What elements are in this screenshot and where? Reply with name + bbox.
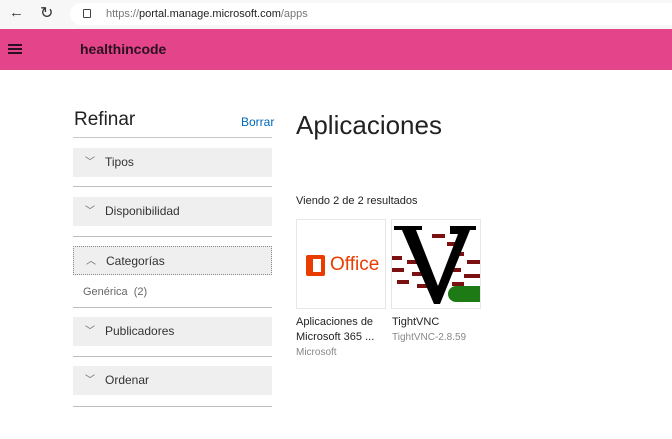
filter-categorias[interactable]: ︿ Categorías [73,246,272,275]
url-prefix: https:// [106,8,140,20]
page-title: Aplicaciones [296,110,442,140]
filter-disponibilidad[interactable]: ﹀ Disponibilidad [73,197,272,226]
app-publisher: Microsoft [296,347,337,358]
app-name-office[interactable]: Aplicaciones de Microsoft 365 ... [296,315,374,345]
category-count: (2) [133,286,148,298]
office-logo-icon [306,255,325,276]
divider [73,307,272,308]
chevron-up-icon: ︿ [86,256,96,267]
chevron-down-icon: ﹀ [85,326,95,337]
divider [73,356,272,357]
filter-tipos[interactable]: ﹀ Tipos [73,148,272,177]
browser-toolbar: ← ↻ https://portal.manage.microsoft.com/… [0,0,672,29]
filter-publicadores[interactable]: ﹀ Publicadores [73,317,272,346]
chevron-down-icon: ﹀ [85,206,95,217]
filter-label: Ordenar [105,373,150,387]
address-bar[interactable]: https://portal.manage.microsoft.com/apps [70,3,672,25]
url-path: /apps [280,8,308,20]
category-generica[interactable]: Genérica (2) [83,286,147,298]
divider [73,406,272,407]
app-tile-office[interactable]: Office [296,219,386,309]
app-name-line: Microsoft 365 ... [296,331,375,343]
filter-ordenar[interactable]: ﹀ Ordenar [73,366,272,395]
hamburger-menu-icon[interactable] [0,29,30,70]
brand-name: healthincode [80,41,167,57]
lock-icon [83,9,91,18]
refine-heading: Refinar [74,109,136,130]
office-logo-text: Office [330,254,380,275]
refresh-icon[interactable]: ↻ [40,3,53,23]
results-count: Viendo 2 de 2 resultados [296,195,418,207]
divider [73,186,272,187]
filter-label: Tipos [105,155,134,169]
category-label: Genérica [83,286,128,298]
clear-filters-link[interactable]: Borrar [241,115,274,129]
filter-label: Disponibilidad [105,204,180,218]
back-icon[interactable]: ← [9,4,24,21]
app-version: TightVNC-2.8.59 [392,332,467,343]
filter-label: Publicadores [105,324,175,338]
chevron-down-icon: ﹀ [85,375,95,386]
chevron-down-icon: ﹀ [85,157,95,168]
url-host: portal.manage.microsoft.com [139,8,281,20]
app-name-line: Aplicaciones de [296,316,374,328]
filter-label: Categorías [106,254,165,268]
divider [73,236,272,237]
app-tile-tightvnc[interactable] [391,219,481,309]
app-name-tightvnc[interactable]: TightVNC [392,315,439,330]
divider [73,137,272,138]
tightvnc-logo-icon [392,226,480,304]
